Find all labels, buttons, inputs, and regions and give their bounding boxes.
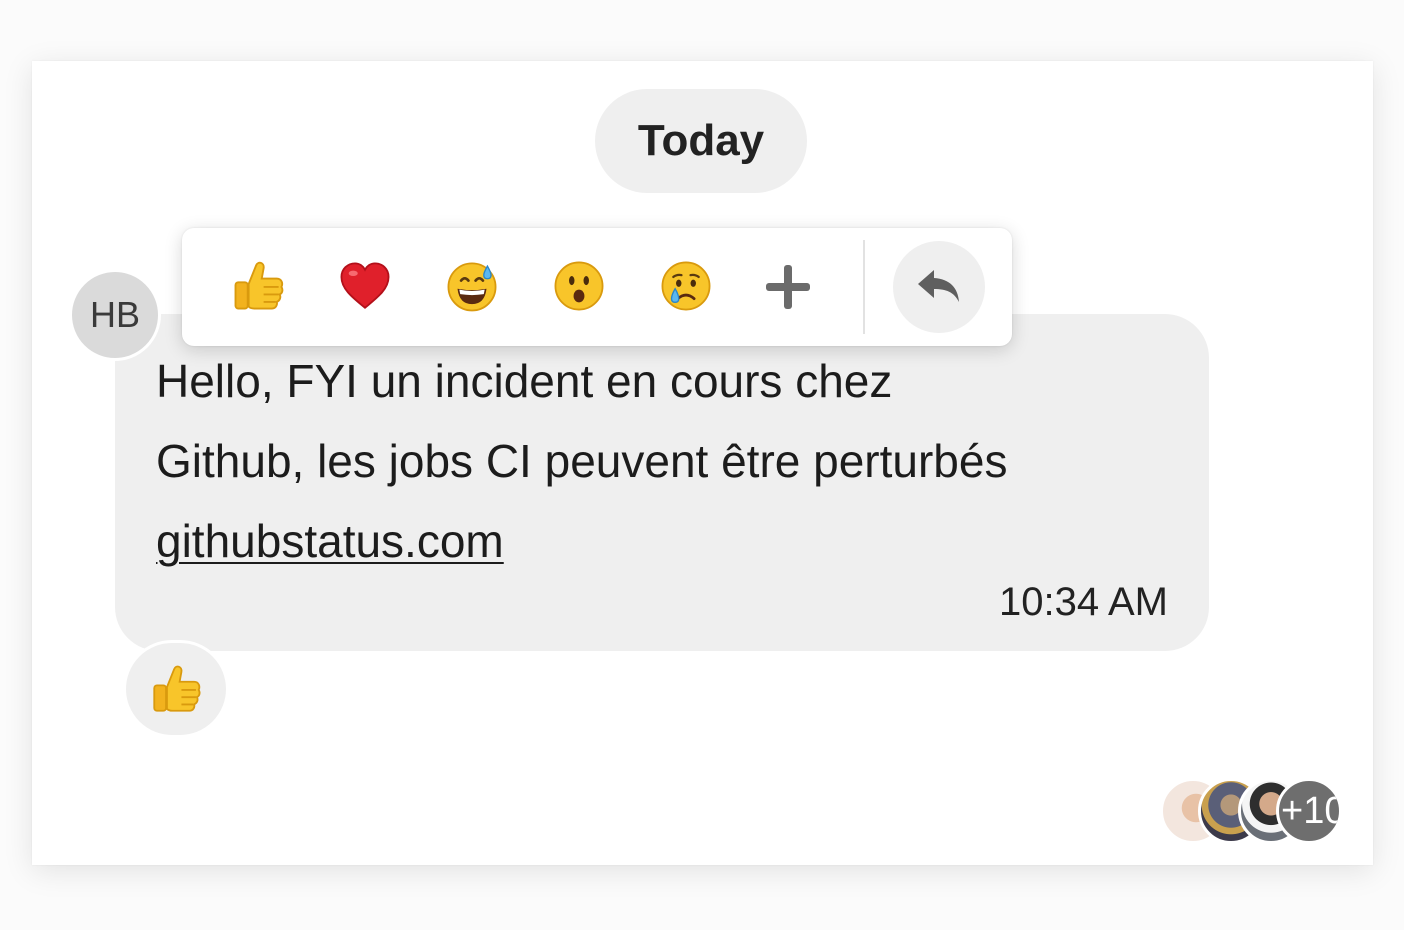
message-text-line-2: Github, les jobs CI peuvent être perturb…	[156, 435, 1008, 487]
reply-button[interactable]	[893, 241, 985, 333]
message-text-line-1: Hello, FYI un incident en cours chez	[156, 355, 893, 407]
more-readers-count[interactable]: +10	[1276, 778, 1342, 844]
toolbar-divider	[863, 240, 865, 334]
message-link[interactable]: githubstatus.com	[156, 513, 504, 569]
reply-arrow-icon	[918, 270, 959, 302]
author-avatar[interactable]: HB	[69, 269, 161, 361]
thumbs-up-icon	[153, 665, 201, 712]
reaction-thumbs-up[interactable]	[123, 640, 229, 738]
red-heart-icon[interactable]	[333, 254, 397, 318]
date-divider: Today	[595, 89, 807, 193]
reaction-picker	[182, 228, 1012, 346]
crying-face-icon[interactable]	[654, 254, 718, 318]
screenshot-stage: Today HB Hello, FYI un incident en cours…	[0, 0, 1404, 930]
message-timestamp: 10:34 AM	[998, 580, 1168, 624]
read-receipts[interactable]: +10	[1160, 778, 1350, 846]
thumbs-up-icon[interactable]	[226, 254, 290, 318]
plus-icon[interactable]	[762, 261, 814, 313]
grinning-face-with-sweat-icon[interactable]	[440, 254, 504, 318]
hushed-face-icon[interactable]	[547, 254, 611, 318]
